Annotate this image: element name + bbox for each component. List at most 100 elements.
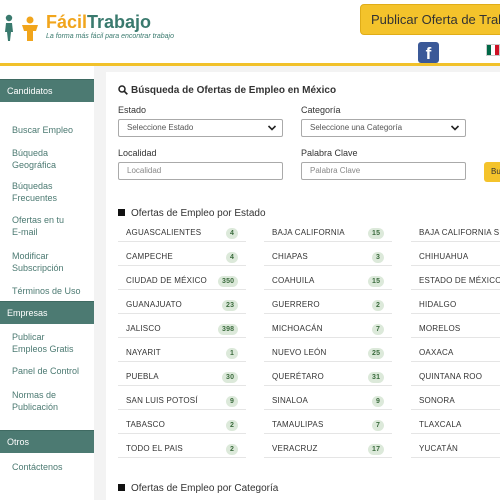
offer-count-badge: 2: [226, 420, 239, 431]
state-item[interactable]: NAYARIT 1: [118, 344, 246, 362]
estado-select[interactable]: Seleccione Estado: [118, 119, 283, 137]
state-name: CIUDAD DE MÉXICO: [126, 276, 207, 285]
localidad-input[interactable]: Localidad: [118, 162, 283, 180]
state-item[interactable]: NUEVO LEÓN 25: [264, 344, 392, 362]
state-item[interactable]: ESTADO DE MÉXICO: [411, 272, 500, 290]
state-item[interactable]: MICHOACÁN 7: [264, 320, 392, 338]
state-item[interactable]: TODO EL PAIS 2: [118, 440, 246, 458]
state-item[interactable]: GUANAJUATO 23: [118, 296, 246, 314]
state-name: COAHUILA: [272, 276, 315, 285]
state-item[interactable]: SONORA: [411, 392, 500, 410]
state-name: CAMPECHE: [126, 252, 173, 261]
state-item[interactable]: AGUASCALIENTES 4: [118, 224, 246, 242]
offer-count-badge: 2: [226, 444, 239, 455]
state-name: AGUASCALIENTES: [126, 228, 202, 237]
state-item[interactable]: CAMPECHE 4: [118, 248, 246, 266]
offer-count-badge: 9: [372, 396, 385, 407]
main-content: Búsqueda de Ofertas de Empleo en México …: [106, 72, 500, 500]
sidebar-link-normas-publicacion[interactable]: Normas de Publicación: [0, 389, 80, 413]
sidebar-section-candidatos: Candidatos Buscar Empleo Búqueda Geográf…: [0, 79, 94, 312]
state-name: TABASCO: [126, 420, 166, 429]
offer-count-badge: 4: [226, 252, 239, 263]
state-item[interactable]: PUEBLA 30: [118, 368, 246, 386]
state-item[interactable]: CHIAPAS 3: [264, 248, 392, 266]
sidebar-link-buscar-empleo[interactable]: Buscar Empleo: [0, 124, 73, 136]
state-item[interactable]: TAMAULIPAS 7: [264, 416, 392, 434]
sidebar-link-modificar-subscripcion[interactable]: Modificar Subscripción: [0, 250, 80, 274]
states-section-title: Ofertas de Empleo por Estado: [118, 208, 266, 219]
offer-count-badge: 30: [222, 372, 239, 383]
state-item[interactable]: VERACRUZ 17: [264, 440, 392, 458]
sidebar-section-otros: Otros Contáctenos: [0, 430, 94, 493]
sidebar-link-publicar-empleos[interactable]: Publicar Empleos Gratis: [0, 331, 80, 355]
state-item[interactable]: QUINTANA ROO: [411, 368, 500, 386]
offer-count-badge: 398: [218, 324, 239, 335]
state-name: CHIAPAS: [272, 252, 308, 261]
offer-count-badge: 3: [372, 252, 385, 263]
state-name: TLAXCALA: [419, 420, 462, 429]
state-name: HIDALGO: [419, 300, 457, 309]
state-name: TODO EL PAIS: [126, 444, 183, 453]
offer-count-badge: 2: [372, 300, 385, 311]
sidebar-section-empresas: Empresas Publicar Empleos Gratis Panel d…: [0, 301, 94, 434]
offer-count-badge: 7: [372, 324, 385, 335]
state-item[interactable]: TABASCO 2: [118, 416, 246, 434]
sidebar-heading: Otros: [0, 430, 94, 453]
state-item[interactable]: COAHUILA 15: [264, 272, 392, 290]
state-name: MORELOS: [419, 324, 461, 333]
state-item[interactable]: YUCATÁN: [411, 440, 500, 458]
sidebar-link-terminos-uso[interactable]: Términos de Uso: [0, 285, 81, 297]
categories-section-title: Ofertas de Empleo por Categoría: [118, 483, 278, 494]
state-name: NUEVO LEÓN: [272, 348, 327, 357]
state-item[interactable]: OAXACA: [411, 344, 500, 362]
palabra-clave-input[interactable]: Palabra Clave: [301, 162, 466, 180]
search-icon: [118, 85, 128, 95]
offer-count-badge: 15: [368, 276, 385, 287]
state-item[interactable]: QUERÉTARO 31: [264, 368, 392, 386]
sidebar-link-panel-control[interactable]: Panel de Control: [0, 365, 79, 377]
offer-count-badge: 17: [368, 444, 385, 455]
localidad-label: Localidad: [118, 148, 157, 158]
search-button[interactable]: Bu: [484, 162, 500, 182]
state-item[interactable]: SAN LUIS POTOSÍ 9: [118, 392, 246, 410]
sidebar-link-busquedas-frecuentes[interactable]: Búquedas Frecuentes: [0, 180, 80, 204]
offer-count-badge: 31: [368, 372, 385, 383]
state-name: BAJA CALIFORNIA SUR: [419, 228, 500, 237]
state-item[interactable]: BAJA CALIFORNIA SUR: [411, 224, 500, 242]
state-item[interactable]: HIDALGO: [411, 296, 500, 314]
state-name: GUERRERO: [272, 300, 320, 309]
state-item[interactable]: GUERRERO 2: [264, 296, 392, 314]
state-name: TAMAULIPAS: [272, 420, 324, 429]
state-item[interactable]: BAJA CALIFORNIA 15: [264, 224, 392, 242]
offer-count-badge: 350: [218, 276, 239, 287]
state-item[interactable]: CIUDAD DE MÉXICO 350: [118, 272, 246, 290]
sidebar-link-contactenos[interactable]: Contáctenos: [0, 461, 63, 473]
state-item[interactable]: MORELOS: [411, 320, 500, 338]
sidebar-link-ofertas-email[interactable]: Ofertas en tu E-mail: [0, 214, 70, 238]
sidebar-heading: Empresas: [0, 301, 94, 324]
offer-count-badge: 7: [372, 420, 385, 431]
state-name: CHIHUAHUA: [419, 252, 469, 261]
logo-title: FácilTrabajo: [46, 12, 152, 32]
sidebar: Candidatos Buscar Empleo Búqueda Geográf…: [0, 66, 94, 500]
state-name: OAXACA: [419, 348, 454, 357]
state-name: SINALOA: [272, 396, 309, 405]
categoria-select[interactable]: Seleccione una Categoría: [301, 119, 466, 137]
state-name: JALISCO: [126, 324, 161, 333]
palabra-clave-label: Palabra Clave: [301, 148, 358, 158]
state-name: YUCATÁN: [419, 444, 459, 453]
state-name: PUEBLA: [126, 372, 159, 381]
sidebar-link-busqueda-geografica[interactable]: Búqueda Geográfica: [0, 147, 80, 171]
state-item[interactable]: TLAXCALA: [411, 416, 500, 434]
state-item[interactable]: CHIHUAHUA: [411, 248, 500, 266]
chevron-down-icon: [450, 125, 460, 131]
estado-label: Estado: [118, 105, 147, 115]
facebook-icon[interactable]: f: [418, 42, 439, 63]
logo-figures-icon: [0, 12, 44, 46]
mexico-flag-icon[interactable]: [486, 44, 500, 56]
search-title: Búsqueda de Ofertas de Empleo en México: [118, 85, 336, 96]
state-item[interactable]: SINALOA 9: [264, 392, 392, 410]
site-logo[interactable]: FácilTrabajo La forma más fácil para enc…: [0, 12, 174, 48]
publish-offer-button[interactable]: Publicar Oferta de Trabajo: [360, 4, 500, 35]
state-item[interactable]: JALISCO 398: [118, 320, 246, 338]
